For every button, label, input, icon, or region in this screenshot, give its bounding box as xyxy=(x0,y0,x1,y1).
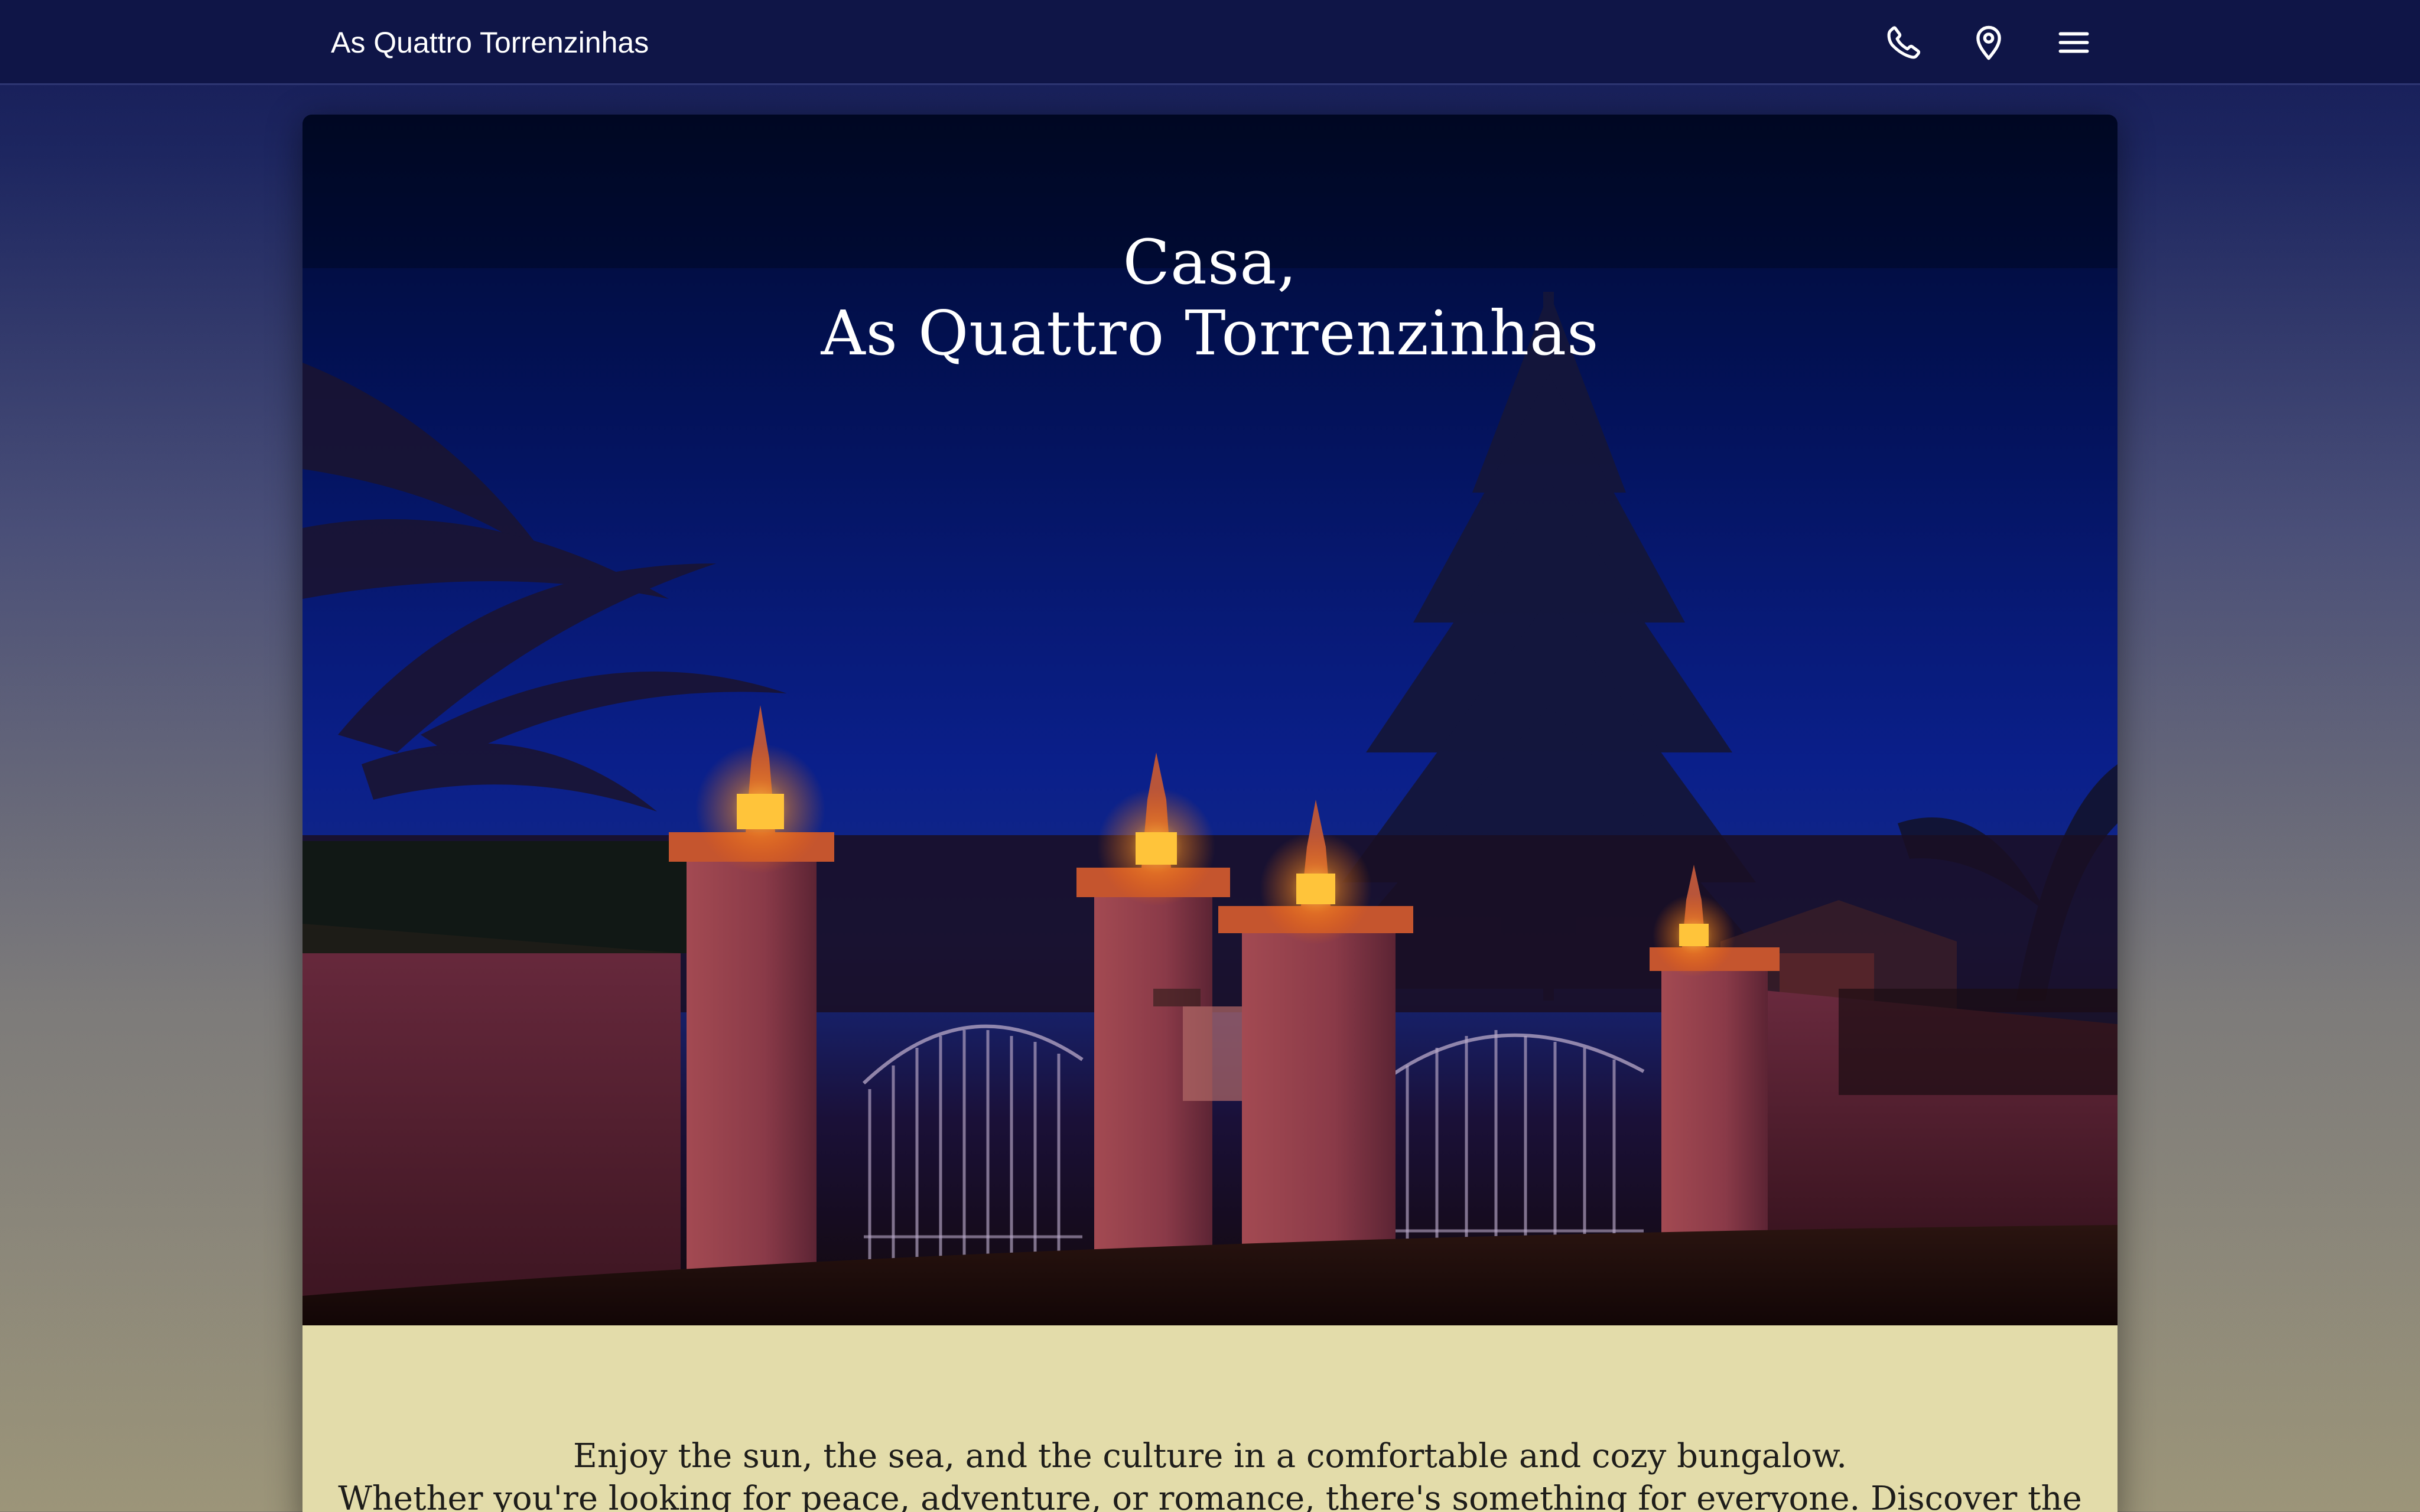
hero-title-line1: Casa, xyxy=(1123,226,1297,298)
intro-text-line2: Whether you're looking for peace, advent… xyxy=(338,1480,2082,1512)
top-navbar: As Quattro Torrenzinhas xyxy=(0,0,2420,85)
menu-icon[interactable] xyxy=(2053,21,2095,64)
intro-text-line1: Enjoy the sun, the sea, and the culture … xyxy=(573,1437,1847,1475)
phone-icon[interactable] xyxy=(1882,21,1925,64)
brand-link[interactable]: As Quattro Torrenzinhas xyxy=(331,26,649,59)
main-card: Casa, As Quattro Torrenzinhas Enjoy the … xyxy=(302,115,2118,1512)
intro-section: Enjoy the sun, the sea, and the culture … xyxy=(302,1325,2118,1512)
hero-title: Casa, As Quattro Torrenzinhas xyxy=(302,227,2118,369)
location-pin-icon[interactable] xyxy=(1967,21,2010,64)
hero-title-line2: As Quattro Torrenzinhas xyxy=(821,297,1599,369)
hero-section: Casa, As Quattro Torrenzinhas xyxy=(302,115,2118,1325)
